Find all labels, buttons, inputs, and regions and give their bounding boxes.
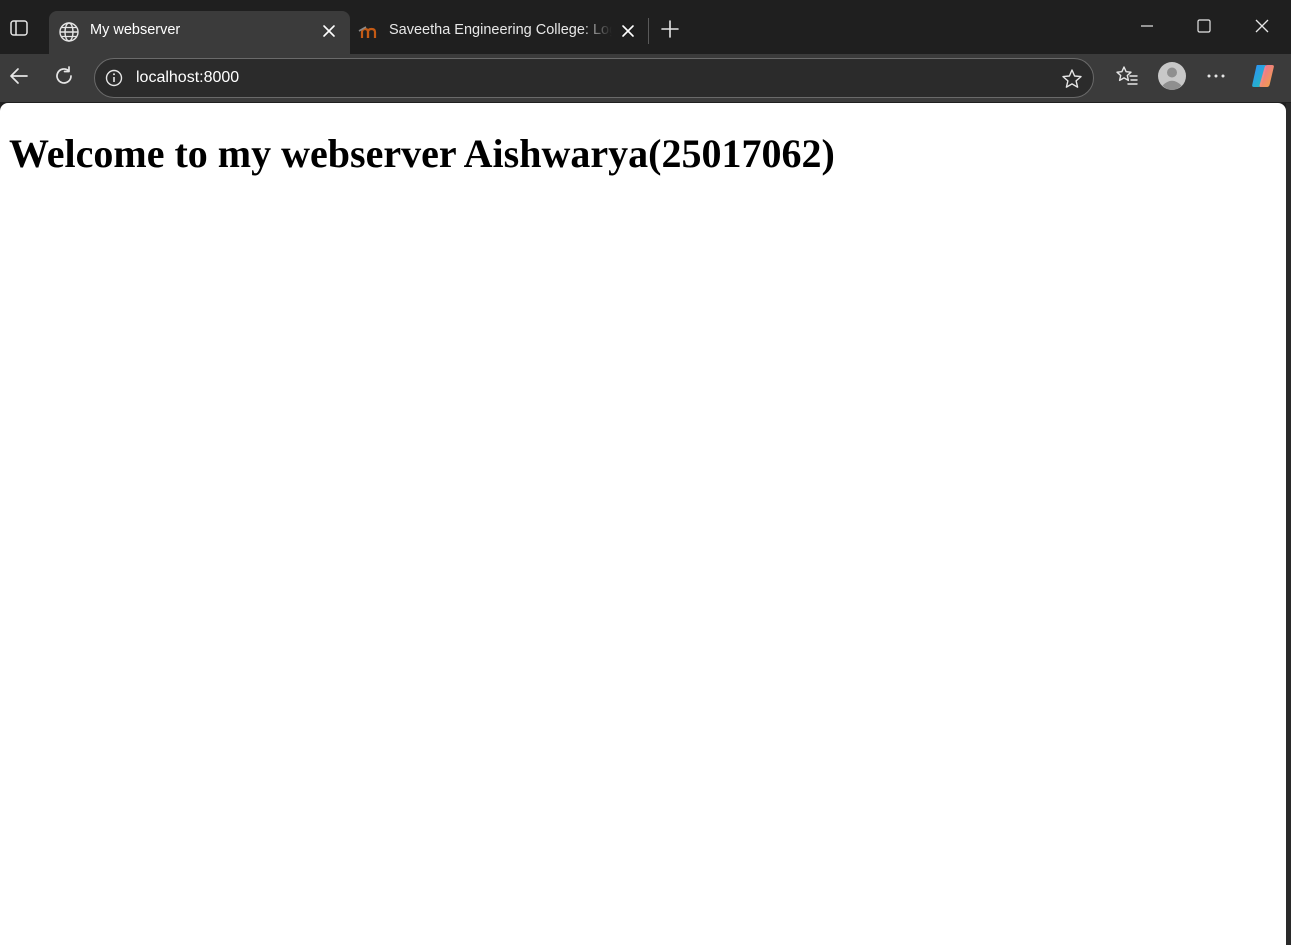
new-tab-button[interactable]	[655, 16, 685, 46]
info-icon[interactable]	[104, 68, 124, 88]
reload-button[interactable]	[48, 62, 80, 94]
more-button[interactable]	[1200, 62, 1232, 94]
more-icon	[1205, 65, 1227, 91]
tab-actions-icon	[9, 18, 29, 42]
favorites-button[interactable]	[1111, 62, 1143, 94]
profile-button[interactable]	[1156, 62, 1188, 94]
close-icon	[1254, 18, 1270, 38]
tab-my-webserver[interactable]: My webserver	[49, 11, 350, 54]
maximize-button[interactable]	[1184, 8, 1224, 48]
tab-strip: My webserver Saveetha Engineering Colleg…	[0, 0, 1291, 54]
window-close-button[interactable]	[1242, 8, 1282, 48]
maximize-icon	[1196, 18, 1212, 38]
moodle-icon	[358, 21, 380, 43]
tab-close-button[interactable]	[318, 21, 340, 43]
url-input[interactable]	[136, 67, 1036, 89]
page-heading: Welcome to my webserver Aishwarya(250170…	[9, 131, 835, 176]
plus-icon	[660, 19, 680, 43]
browser-window: My webserver Saveetha Engineering Colleg…	[0, 0, 1291, 945]
copilot-button[interactable]	[1247, 62, 1279, 94]
close-icon	[322, 23, 336, 42]
close-icon	[621, 23, 635, 42]
back-arrow-icon	[8, 65, 30, 91]
copilot-icon	[1248, 61, 1278, 95]
star-icon[interactable]	[1059, 66, 1085, 92]
favorites-icon	[1115, 64, 1139, 92]
tab-close-button[interactable]	[617, 21, 639, 43]
browser-toolbar	[0, 54, 1291, 102]
window-border	[1286, 103, 1291, 945]
address-bar[interactable]	[94, 58, 1094, 98]
avatar-icon	[1157, 61, 1187, 95]
tab-actions-button[interactable]	[4, 15, 34, 45]
tab-separator	[648, 18, 649, 44]
back-button[interactable]	[3, 62, 35, 94]
tab-title: Saveetha Engineering College: Log in to …	[389, 22, 612, 38]
tab-saveetha-login[interactable]: Saveetha Engineering College: Log in to …	[350, 11, 646, 54]
page-viewport: Welcome to my webserver Aishwarya(250170…	[0, 103, 1286, 945]
reload-icon	[53, 65, 75, 91]
minimize-icon	[1139, 18, 1155, 38]
tab-title: My webserver	[90, 22, 181, 38]
minimize-button[interactable]	[1127, 8, 1167, 48]
globe-icon	[58, 21, 80, 43]
